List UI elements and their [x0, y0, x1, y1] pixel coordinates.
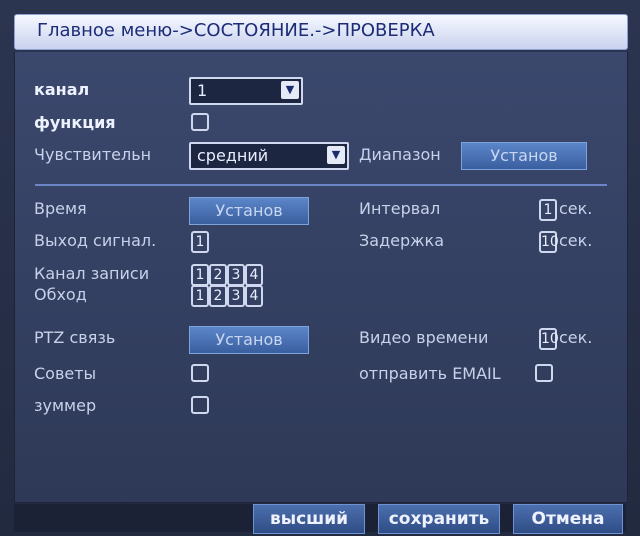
delay-input[interactable]: 10 — [539, 231, 559, 253]
sensitivity-label: Чувствительн — [34, 145, 152, 164]
email-checkbox[interactable] — [535, 364, 553, 382]
check-screen: Главное меню->СОСТОЯНИЕ.->ПРОВЕРКА канал… — [0, 0, 640, 536]
buzzer-label: зуммер — [34, 396, 97, 415]
cancel-button[interactable]: Отмена — [513, 504, 623, 534]
output-label: Выход сигнал. — [34, 231, 157, 250]
chevron-down-icon[interactable]: ▼ — [327, 146, 345, 164]
bypass-channel-3[interactable]: 3 — [227, 285, 245, 307]
function-checkbox[interactable] — [191, 113, 209, 131]
breadcrumb: Главное меню->СОСТОЯНИЕ.->ПРОВЕРКА — [37, 20, 435, 41]
range-setup-button[interactable]: Установ — [461, 142, 587, 170]
email-label: отправить EMAIL — [359, 364, 501, 383]
delay-label: Задержка — [359, 231, 445, 250]
bypass-channel-1[interactable]: 1 — [191, 285, 209, 307]
record-channel-label: Канал записи — [34, 264, 150, 283]
buzzer-checkbox[interactable] — [191, 396, 209, 414]
video-time-input[interactable]: 10 — [539, 328, 559, 350]
ptz-setup-button[interactable]: Установ — [189, 326, 309, 354]
save-button[interactable]: сохранить — [378, 504, 500, 534]
function-label: функция — [34, 113, 116, 132]
output-channel-box[interactable]: 1 — [191, 231, 209, 253]
record-channel-3[interactable]: 3 — [227, 264, 245, 286]
range-label: Диапазон — [359, 145, 441, 164]
sensitivity-select[interactable]: средний ▼ — [189, 142, 349, 170]
bypass-channel-2[interactable]: 2 — [209, 285, 227, 307]
tips-label: Советы — [34, 364, 97, 383]
delay-unit: сек. — [559, 231, 593, 250]
title-bar: Главное меню->СОСТОЯНИЕ.->ПРОВЕРКА — [14, 14, 628, 50]
sensitivity-value: средний — [197, 146, 269, 165]
interval-unit: сек. — [559, 199, 593, 218]
divider — [35, 184, 607, 186]
interval-label: Интервал — [359, 199, 441, 218]
settings-panel: канал 1 ▼ функция Чувствительн средний ▼… — [14, 52, 628, 503]
video-time-label: Видео времени — [359, 328, 489, 347]
video-time-unit: сек. — [559, 328, 593, 347]
record-channel-4[interactable]: 4 — [245, 264, 263, 286]
interval-input[interactable]: 1 — [539, 199, 557, 221]
bypass-channel-4[interactable]: 4 — [245, 285, 263, 307]
bypass-label: Обход — [34, 285, 87, 304]
record-channel-2[interactable]: 2 — [209, 264, 227, 286]
ptz-label: PTZ связь — [34, 328, 116, 347]
channel-label: канал — [34, 80, 90, 99]
time-label: Время — [34, 199, 87, 218]
channel-value: 1 — [197, 81, 208, 100]
footer-bar: высший сохранить Отмена — [14, 504, 626, 534]
advanced-button[interactable]: высший — [253, 504, 365, 534]
chevron-down-icon[interactable]: ▼ — [281, 81, 299, 99]
record-channel-1[interactable]: 1 — [191, 264, 209, 286]
tips-checkbox[interactable] — [191, 364, 209, 382]
channel-select[interactable]: 1 ▼ — [189, 77, 303, 105]
time-setup-button[interactable]: Установ — [189, 197, 309, 225]
